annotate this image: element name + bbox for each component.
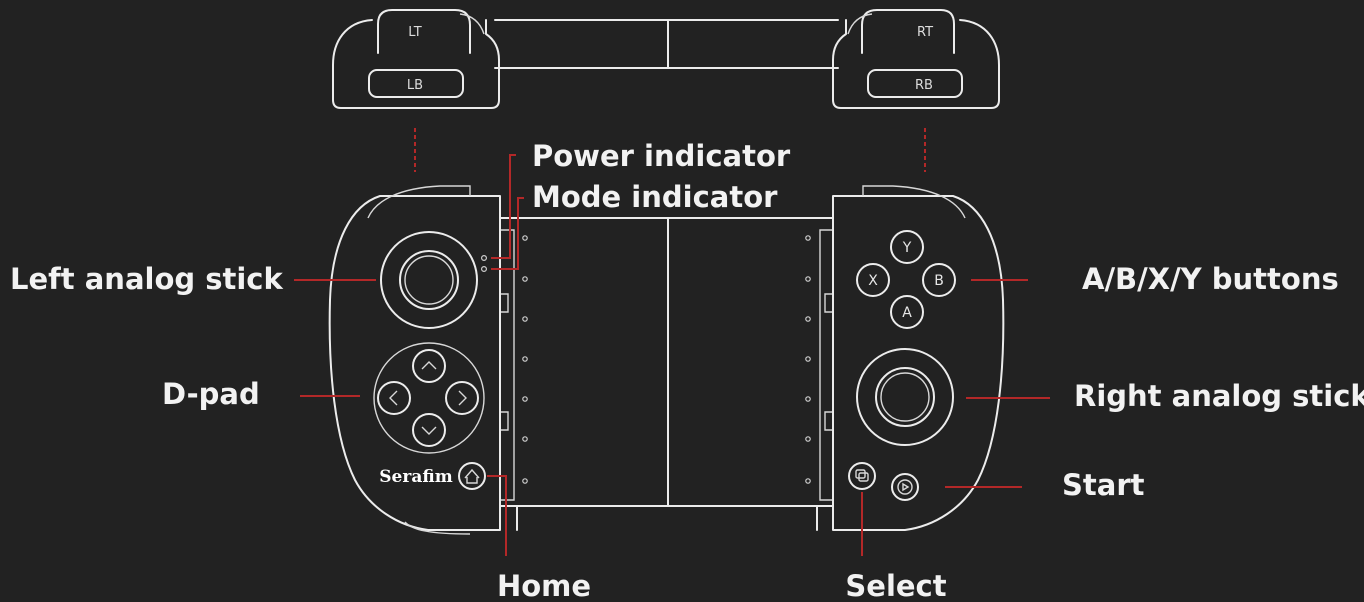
dpad-right-button xyxy=(445,381,479,415)
front-view: Serafim Y X B A xyxy=(328,185,1005,535)
left-analog-stick xyxy=(380,231,478,329)
select-button xyxy=(848,462,876,490)
left-trigger-edge xyxy=(459,13,485,35)
power-indicator-led xyxy=(481,255,488,262)
phone-holder xyxy=(499,217,834,507)
controller-svg: LT LB RT RB Serafim Y X B A Power indica… xyxy=(10,9,1364,602)
right-analog-stick xyxy=(856,348,954,446)
x-button-label: X xyxy=(868,273,878,289)
right-rail-notches xyxy=(824,293,833,431)
top-view-bridge xyxy=(494,19,839,69)
home-label: Home xyxy=(497,569,591,602)
left-analog-stick-label: Left analog stick xyxy=(10,262,283,296)
right-trigger-edge xyxy=(847,13,873,35)
top-view: LT LB RT RB xyxy=(332,9,1000,109)
dpad-left-button xyxy=(377,381,411,415)
dpad xyxy=(373,342,485,454)
home-button xyxy=(458,462,486,490)
brand-logo: Serafim xyxy=(379,467,452,487)
chevron-left-icon xyxy=(389,390,398,406)
controller-diagram: LT LB RT RB Serafim Y X B A Power indica… xyxy=(0,0,1364,602)
dpad-down-button xyxy=(412,413,446,447)
lt-label: LT xyxy=(408,25,421,40)
callout-labels: Power indicator Mode indicator Left anal… xyxy=(10,139,1364,602)
lb-label: LB xyxy=(407,78,423,93)
y-button-label: Y xyxy=(902,240,912,256)
rb-label: RB xyxy=(915,78,933,93)
leader-lines xyxy=(294,154,1050,556)
right-rail xyxy=(819,229,833,501)
left-grip-shoulder xyxy=(367,185,471,219)
power-indicator-label: Power indicator xyxy=(532,139,791,173)
left-trigger xyxy=(377,9,471,54)
start-button xyxy=(891,473,919,501)
power-indicator-leader xyxy=(491,154,516,259)
dpad-up-button xyxy=(412,349,446,383)
select-icon xyxy=(855,469,866,479)
abxy-buttons-label: A/B/X/Y buttons xyxy=(1082,262,1339,296)
right-grip-shoulder xyxy=(862,185,966,219)
left-rail-notches xyxy=(500,293,509,431)
home-leader xyxy=(487,475,507,556)
dpad-label: D-pad xyxy=(162,377,260,411)
b-button-label: B xyxy=(934,273,944,289)
a-button-label: A xyxy=(902,305,912,321)
left-holder-dots xyxy=(522,235,528,484)
home-icon xyxy=(464,468,480,484)
chevron-up-icon xyxy=(421,361,437,370)
rt-label: RT xyxy=(917,25,933,40)
chevron-down-icon xyxy=(421,426,437,435)
holder-feet xyxy=(516,505,818,531)
right-holder-dots xyxy=(805,235,811,484)
mode-indicator-label: Mode indicator xyxy=(532,180,778,214)
play-icon xyxy=(902,482,910,492)
left-grip-bottom-edge xyxy=(404,521,471,535)
left-rail xyxy=(500,229,515,501)
chevron-right-icon xyxy=(458,390,467,406)
right-analog-stick-label: Right analog stick xyxy=(1074,379,1364,413)
start-label: Start xyxy=(1062,468,1145,502)
select-label: Select xyxy=(845,569,946,602)
right-trigger xyxy=(861,9,955,54)
abxy-buttons: Y X B A xyxy=(856,230,956,329)
mode-indicator-led xyxy=(481,266,488,273)
